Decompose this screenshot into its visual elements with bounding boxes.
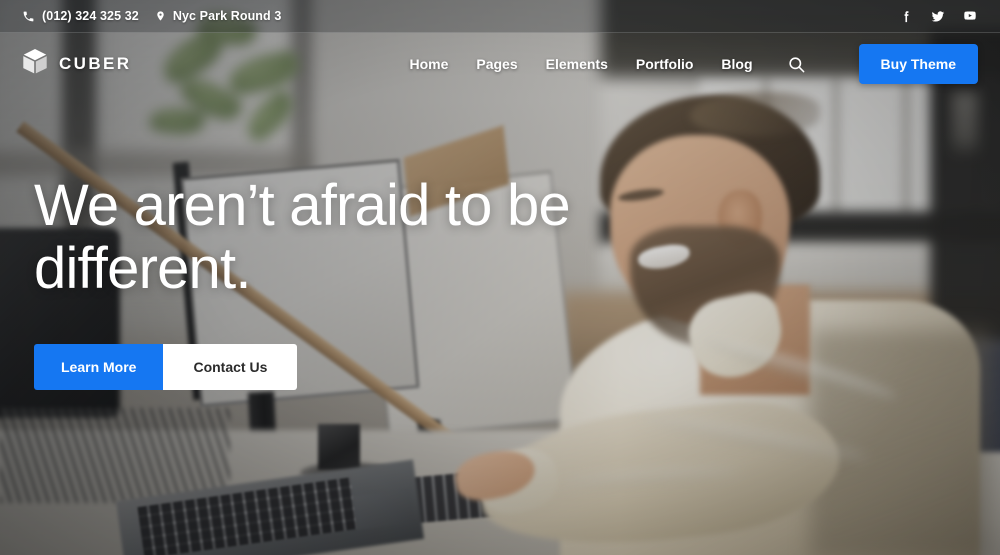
topbar-contact-group: (012) 324 325 32 Nyc Park Round 3 — [22, 9, 281, 23]
nav-item-blog[interactable]: Blog — [721, 56, 752, 72]
address-text: Nyc Park Round 3 — [172, 9, 282, 23]
address-contact[interactable]: Nyc Park Round 3 — [155, 9, 282, 23]
phone-icon — [22, 10, 35, 23]
brand-logo[interactable]: CUBER — [22, 48, 131, 80]
phone-number: (012) 324 325 32 — [42, 9, 139, 23]
location-pin-icon — [155, 9, 166, 23]
site-header: CUBER Home Pages Elements Portfolio Blog… — [0, 33, 1000, 95]
search-icon[interactable] — [785, 52, 809, 76]
learn-more-button[interactable]: Learn More — [34, 344, 164, 391]
nav-item-portfolio[interactable]: Portfolio — [636, 56, 694, 72]
hero-headline: We aren’t afraid to be different. — [34, 173, 571, 301]
nav-item-home[interactable]: Home — [409, 56, 448, 72]
buy-theme-button[interactable]: Buy Theme — [858, 44, 978, 84]
hero-section: We aren’t afraid to be different. Learn … — [34, 173, 594, 391]
top-info-bar: (012) 324 325 32 Nyc Park Round 3 — [0, 0, 1000, 33]
main-navigation: Home Pages Elements Portfolio Blog Buy T… — [409, 44, 978, 84]
youtube-icon[interactable] — [962, 8, 978, 24]
brand-name: CUBER — [59, 54, 132, 73]
page-root: (012) 324 325 32 Nyc Park Round 3 CUBER … — [0, 0, 1000, 555]
facebook-icon[interactable] — [898, 8, 914, 24]
contact-us-button[interactable]: Contact Us — [163, 344, 298, 391]
nav-item-pages[interactable]: Pages — [476, 56, 517, 72]
cube-logo-icon — [22, 48, 48, 80]
social-links — [898, 8, 978, 24]
nav-item-elements[interactable]: Elements — [546, 56, 608, 72]
twitter-icon[interactable] — [930, 8, 946, 24]
phone-contact[interactable]: (012) 324 325 32 — [22, 9, 139, 23]
hero-button-group: Learn More Contact Us — [34, 344, 594, 391]
